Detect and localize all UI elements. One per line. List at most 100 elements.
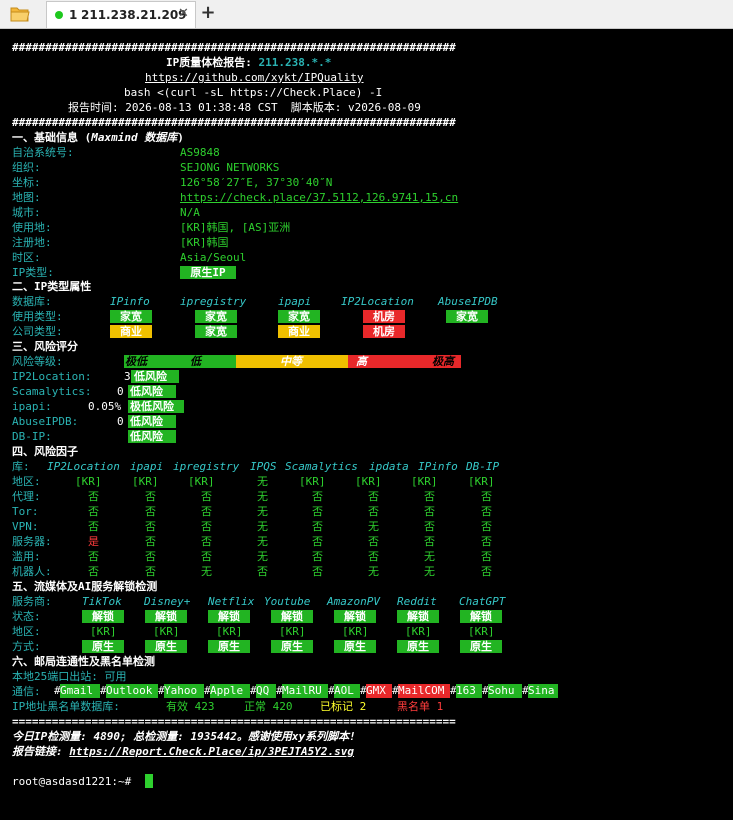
factor-value: 无 <box>257 550 268 563</box>
basic-label: IP类型: <box>12 266 54 279</box>
report-link[interactable]: https://Report.Check.Place/ip/3PEJTA5Y2.… <box>69 745 354 758</box>
mail-provider-badge: MailRU <box>282 684 328 698</box>
service-label: 服务商: <box>12 595 52 608</box>
method-badge: 原生 <box>82 640 124 653</box>
mail-provider-badge: Sohu <box>488 684 522 698</box>
risk-value: 0 <box>117 385 124 398</box>
usage-badge: 家宽 <box>110 310 152 323</box>
usage-badge: 家宽 <box>195 310 237 323</box>
factor-value: [KR] <box>75 475 102 488</box>
basic-label: 使用地: <box>12 221 52 234</box>
factor-value: 否 <box>312 565 323 578</box>
factor-value: 否 <box>145 550 156 563</box>
region-value: [KR] <box>468 625 495 638</box>
region-value: [KR] <box>153 625 180 638</box>
factor-value: 否 <box>424 490 435 503</box>
factor-value: 否 <box>481 505 492 518</box>
factor-value: 无 <box>257 535 268 548</box>
report-title: IP质量体检报告: 211.238.*.* <box>166 55 331 70</box>
factor-value: 否 <box>88 505 99 518</box>
service-name: Reddit <box>397 595 437 608</box>
unlock-badge: 解锁 <box>271 610 313 623</box>
factor-value: 否 <box>312 520 323 533</box>
db-name: ipapi <box>278 295 312 308</box>
company-label: 公司类型: <box>12 325 63 338</box>
session-tab[interactable]: 1 211.238.21.209 ✕ <box>46 1 196 28</box>
basic-value: N/A <box>180 206 200 219</box>
risk-desc: 低风险 <box>134 370 167 383</box>
mail-provider-badge: Apple <box>210 684 250 698</box>
factor-value: [KR] <box>468 475 495 488</box>
open-folder-icon[interactable] <box>6 3 34 25</box>
connected-status-icon <box>55 11 63 19</box>
risk-source-label: IP2Location: <box>12 370 92 383</box>
factor-value: 无 <box>424 550 435 563</box>
method-label: 方式: <box>12 640 41 653</box>
shell-prompt[interactable]: root@asdasd1221:~# <box>12 774 138 789</box>
company-badge: 商业 <box>110 325 152 338</box>
link-label: 报告链接: <box>12 745 70 758</box>
factor-value: 否 <box>88 490 99 503</box>
factor-value: 否 <box>145 505 156 518</box>
factor-value: 无 <box>257 520 268 533</box>
heading-text: 一、基础信息 ( <box>12 131 92 144</box>
tab-number: 1 <box>69 8 78 22</box>
service-name: TikTok <box>82 595 122 608</box>
mail-provider-badge: Yahoo <box>164 684 204 698</box>
factor-value: 无 <box>257 490 268 503</box>
heading-end: ) <box>177 131 184 144</box>
factor-value: 否 <box>312 550 323 563</box>
factor-label: 机器人: <box>12 565 52 578</box>
blacklist-label: IP地址黑名单数据库: <box>12 700 120 713</box>
repo-link[interactable]: https://github.com/xykt/IPQuality <box>145 70 364 85</box>
tab-title: 211.238.21.209 <box>81 8 187 22</box>
factor-value: 无 <box>424 565 435 578</box>
usage-badge: 家宽 <box>278 310 320 323</box>
service-name: AmazonPV <box>327 595 380 608</box>
basic-label: 地图: <box>12 191 41 204</box>
factor-value: 否 <box>424 535 435 548</box>
factor-label: 地区: <box>12 475 41 488</box>
map-link[interactable]: https://check.place/37.5112,126.9741,15,… <box>180 190 458 205</box>
factor-label: 服务器: <box>12 535 52 548</box>
factor-value: 否 <box>481 520 492 533</box>
method-badge: 原生 <box>334 640 376 653</box>
factor-value: 否 <box>201 490 212 503</box>
method-badge: 原生 <box>208 640 250 653</box>
basic-label: 组织: <box>12 161 41 174</box>
region-value: [KR] <box>90 625 117 638</box>
text-cursor <box>145 774 153 788</box>
unlock-badge: 解锁 <box>334 610 376 623</box>
port25-status: 本地25端口出站: 可用 <box>12 670 127 683</box>
blacklist-black: 黑名单 1 <box>397 700 444 713</box>
factor-value: 否 <box>88 550 99 563</box>
basic-label: 注册地: <box>12 236 52 249</box>
risk-level-tick: 高 <box>356 355 367 368</box>
unlock-badge: 解锁 <box>82 610 124 623</box>
factor-value: 否 <box>481 535 492 548</box>
mail-heading: 六、邮局连通性及黑名单检测 <box>12 655 155 668</box>
title-ip: 211.238.*.* <box>258 56 332 69</box>
risk-desc: 低风险 <box>130 415 163 428</box>
company-badge: 机房 <box>363 325 405 338</box>
factor-value: 否 <box>145 535 156 548</box>
mail-provider-badge: AOL <box>334 684 360 698</box>
title-text: IP质量体检报告: <box>166 56 259 69</box>
factor-value: 是 <box>88 535 99 548</box>
basic-label: 城市: <box>12 206 41 219</box>
factor-label: Tor: <box>12 505 39 518</box>
risk-level-tick: 极高 <box>432 355 454 368</box>
factor-value: 否 <box>312 535 323 548</box>
close-tab-icon[interactable]: ✕ <box>178 6 189 21</box>
factor-label: 滥用: <box>12 550 41 563</box>
region-label: 地区: <box>12 625 41 638</box>
factors-heading: 四、风险因子 <box>12 445 78 458</box>
factor-value: [KR] <box>355 475 382 488</box>
new-tab-button[interactable]: + <box>199 1 217 25</box>
terminal-output[interactable]: ########################################… <box>0 29 733 820</box>
status-label: 状态: <box>12 610 41 623</box>
factor-value: 否 <box>88 565 99 578</box>
factor-value: 无 <box>257 475 268 488</box>
lib-name: DB-IP <box>466 460 500 473</box>
hash-line: ########################################… <box>12 41 456 54</box>
